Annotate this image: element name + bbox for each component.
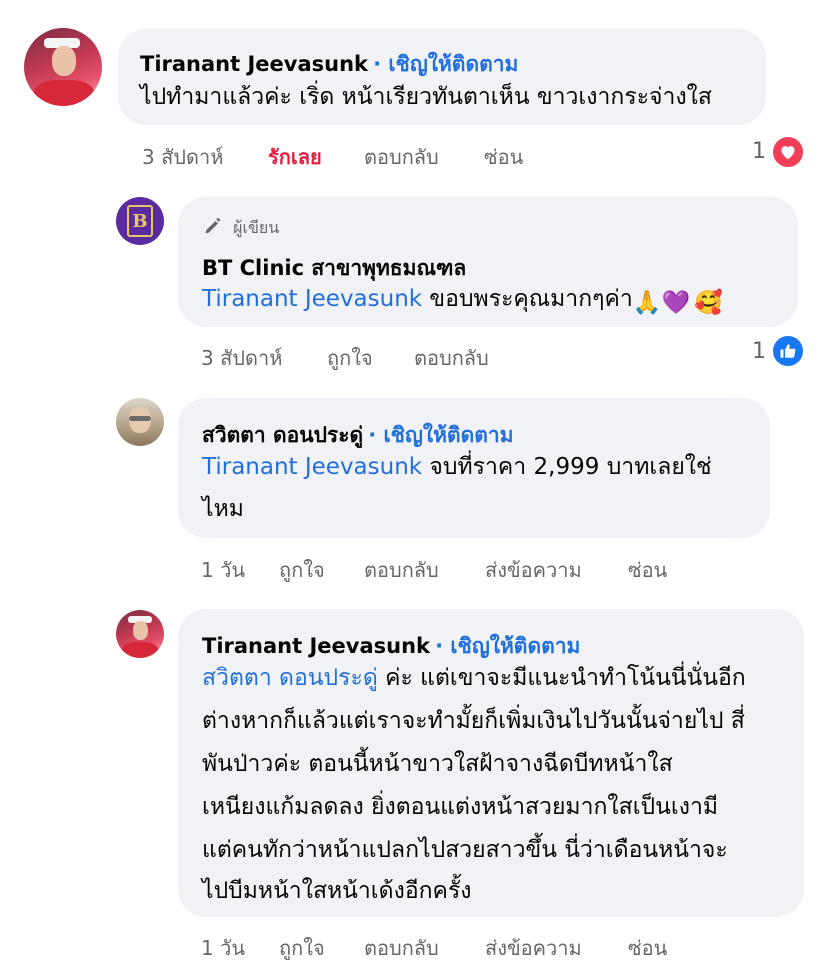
comment-text-continued: ไหม [202,496,244,522]
reply-button[interactable]: ตอบกลับ [364,141,439,173]
comment-text-line: เหนียงแก้มลดลง ยิ่งตอนแต่งหน้าสวยมากใสเป… [202,794,719,820]
comment-text: สวิตตา ดอนประดู่ ค่ะ แต่เขาจะมีแนะนำทำโน… [202,665,746,691]
mention-link[interactable]: Tiranant Jeevasunk [202,286,422,312]
like-button[interactable]: ถูกใจ [279,554,325,586]
comment-text: Tiranant Jeevasunk จบที่ราคา 2,999 บาทเล… [202,454,712,480]
comment-actions: 1 วัน ถูกใจ ตอบกลับ ส่งข้อความ ซ่อน [201,554,681,582]
purple-heart-icon: 💜 [661,290,691,316]
comment-text: ไปทำมาแล้วค่ะ เริ่ด หน้าเรียวทันตาเห็น ข… [140,84,712,110]
reply-button[interactable]: ตอบกลับ [414,342,489,374]
send-message-button[interactable]: ส่งข้อความ [485,932,582,964]
hide-button[interactable]: ซ่อน [628,932,667,964]
comment-actions: 3 สัปดาห์ รักเลย ตอบกลับ ซ่อน [142,141,562,169]
send-message-button[interactable]: ส่งข้อความ [485,554,582,586]
avatar[interactable] [116,610,164,658]
pencil-icon [202,216,224,240]
love-button[interactable]: รักเลย [268,141,322,173]
comment-text-line: ต่างหากก็แล้วแต่เราจะทำมั้ยก็เพิ่มเงินไป… [202,708,745,734]
comment-time[interactable]: 3 สัปดาห์ [142,141,223,173]
reply-button[interactable]: ตอบกลับ [364,554,439,586]
reaction-count[interactable]: 1 [752,339,766,364]
brand-logo: B [127,205,153,237]
comment-text-line: แต่คนทักว่าหน้าแปลกไปสวยสาวขึ้น นี่ว่าเด… [202,837,728,863]
like-button[interactable]: ถูกใจ [327,342,373,374]
avatar[interactable] [116,398,164,446]
comment-author[interactable]: สวิตตา ดอนประดู่ [202,423,363,447]
hide-button[interactable]: ซ่อน [628,554,667,586]
thumbs-up-icon [771,334,805,368]
follow-link[interactable]: · เชิญให้ติดตาม [373,52,518,76]
comment-author[interactable]: Tiranant Jeevasunk [140,52,368,76]
praying-hands-icon: 🙏 [632,290,662,316]
like-button[interactable]: ถูกใจ [279,932,325,964]
follow-link[interactable]: · เชิญให้ติดตาม [368,423,513,447]
author-badge: ผู้เขียน [202,216,279,241]
smiling-face-hearts-icon: 🥰 [694,290,723,316]
comment-author[interactable]: Tiranant Jeevasunk [202,634,430,658]
hide-button[interactable]: ซ่อน [484,141,523,173]
heart-icon [771,135,805,169]
comment-time[interactable]: 1 วัน [201,932,245,964]
mention-link[interactable]: Tiranant Jeevasunk [202,454,422,480]
reply-button[interactable]: ตอบกลับ [364,932,439,964]
avatar[interactable] [24,28,102,106]
comment-actions: 3 สัปดาห์ ถูกใจ ตอบกลับ [201,342,561,370]
comment-text-line: ไปบีมหน้าใสหน้าเด้งอีกครั้ง [202,878,472,904]
comment-text-line: พันป่าวค่ะ ตอนนี้หน้าขาวใสฝ้าจางฉีดบีทหน… [202,751,673,777]
avatar[interactable]: B [116,197,164,245]
comment-actions: 1 วัน ถูกใจ ตอบกลับ ส่งข้อความ ซ่อน [201,932,681,960]
comment-time[interactable]: 3 สัปดาห์ [201,342,282,374]
reaction-count[interactable]: 1 [752,139,766,164]
badge-label: ผู้เขียน [233,218,280,237]
follow-link[interactable]: · เชิญให้ติดตาม [435,634,580,658]
mention-link[interactable]: สวิตตา ดอนประดู่ [202,665,378,691]
comment-text: Tiranant Jeevasunk ขอบพระคุณมากๆค่า🙏💜 🥰 [202,278,723,324]
comment-time[interactable]: 1 วัน [201,554,245,586]
